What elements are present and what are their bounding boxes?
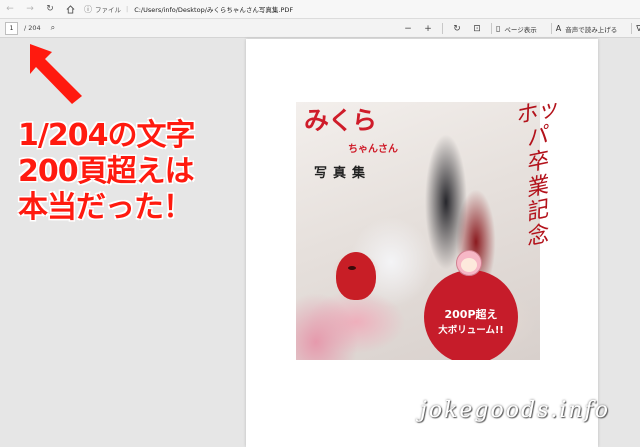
home-icon — [66, 4, 74, 14]
arrow-left-icon: ← — [6, 4, 14, 14]
rotate-icon[interactable]: ↻ — [447, 24, 467, 34]
arrow-right-icon: → — [26, 4, 34, 14]
annotation-line: 1/204の文字 — [18, 118, 195, 153]
toolbar-divider — [631, 23, 633, 34]
red-mask — [336, 252, 376, 300]
read-aloud-label: 音声で読み上げる — [565, 25, 618, 34]
browser-address-bar: ← → ↻ ⓘ ファイル | C:/Users/info/Desktop/みくら… — [0, 0, 640, 19]
cover-subtitle: ちゃんさん — [348, 144, 398, 155]
annotation-arrow-icon — [30, 44, 82, 104]
refresh-icon: ↻ — [46, 4, 54, 14]
toolbar-divider — [442, 23, 443, 34]
page-view-button[interactable]: ▯ ページ表示 — [496, 24, 537, 34]
chibi-face — [461, 258, 477, 272]
url-path: C:/Users/info/Desktop/みくらちゃんさん写真集.PDF — [134, 6, 294, 14]
cover-photobook-label: 写真集 — [314, 166, 372, 181]
draw-button[interactable]: ∇ 手描 — [636, 24, 640, 34]
annotation-text: 1/204の文字 200頁超えは 本当だった！ — [18, 118, 248, 226]
cover-title: みくら — [304, 106, 377, 135]
page-view-icon: ▯ — [496, 24, 501, 33]
read-aloud-icon: A — [555, 24, 562, 33]
back-button[interactable]: ← — [0, 0, 20, 19]
info-icon: ⓘ — [84, 4, 92, 14]
pdf-page: みくら ちゃんさん 写真集 200P超え 大ボリューム!! ホッ パ 卒 業 記… — [246, 39, 598, 447]
page-total-label: / 204 — [24, 24, 41, 32]
watermark: jokegoods.info — [420, 398, 610, 423]
home-button[interactable] — [60, 0, 80, 19]
pdf-toolbar: 1 / 204 ⌕ − + ↻ ⊡ ▯ ページ表示 A 音声で読み上げる ∇ 手… — [0, 19, 640, 38]
toolbar-divider — [491, 23, 492, 34]
draw-icon: ∇ — [636, 24, 640, 33]
toolbar-divider — [550, 23, 552, 34]
forward-button[interactable]: → — [20, 0, 40, 19]
handwritten-message: ホッ パ 卒 業 記 念 — [494, 96, 580, 377]
file-scheme-label: ファイル — [95, 6, 121, 14]
annotation-line: 200頁超えは — [18, 154, 195, 189]
fit-page-icon[interactable]: ⊡ — [467, 24, 487, 34]
address-field[interactable]: ⓘ ファイル | C:/Users/info/Desktop/みくらちゃんさん写… — [84, 4, 293, 15]
toolbar-right-group: − + ↻ ⊡ ▯ ページ表示 A 音声で読み上げる ∇ 手描 — [398, 19, 640, 38]
annotation-line: 本当だった！ — [18, 190, 193, 225]
refresh-button[interactable]: ↻ — [40, 0, 60, 19]
page-view-label: ページ表示 — [504, 25, 537, 34]
zoom-in-icon[interactable]: + — [418, 24, 438, 34]
mask-eye — [348, 266, 356, 270]
page-number-input[interactable]: 1 — [5, 21, 18, 35]
read-aloud-button[interactable]: A 音声で読み上げる — [556, 24, 617, 34]
zoom-out-icon[interactable]: − — [398, 24, 418, 34]
address-separator: | — [126, 5, 129, 13]
search-icon[interactable]: ⌕ — [51, 23, 55, 33]
